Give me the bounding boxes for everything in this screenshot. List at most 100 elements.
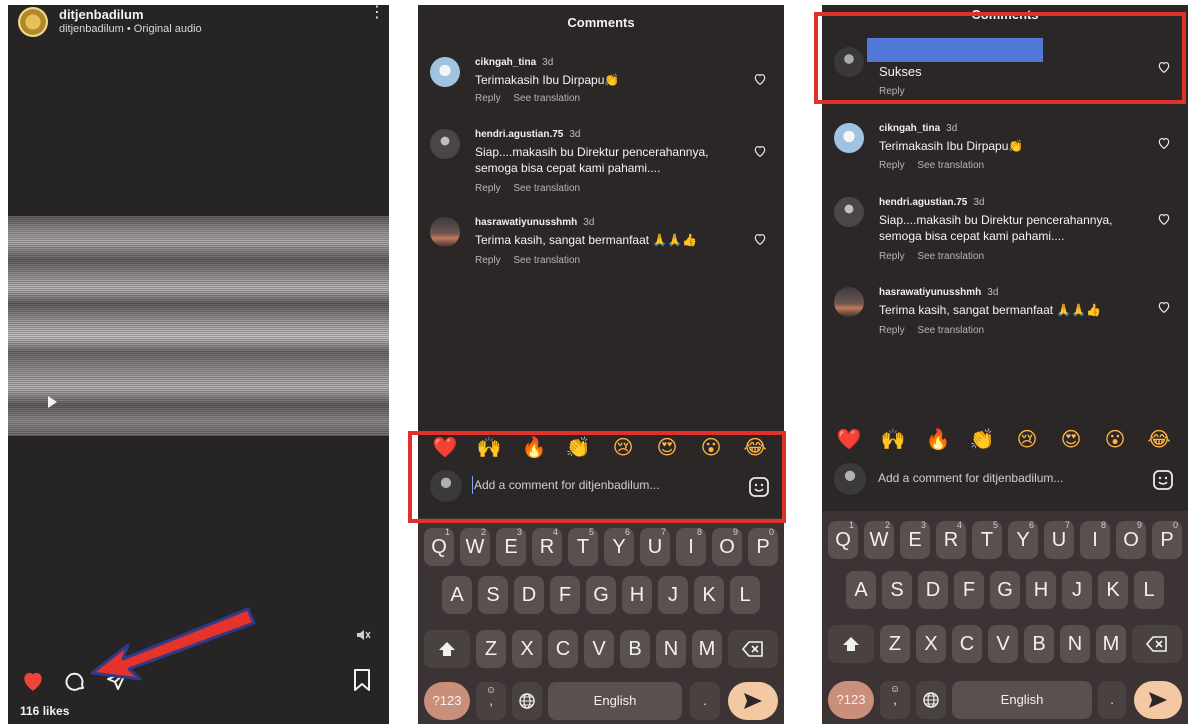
emoji-heart[interactable]: ❤️ — [836, 427, 862, 453]
symbols-key[interactable]: ?123 — [828, 681, 874, 719]
key-i[interactable]: I8 — [1080, 520, 1110, 559]
avatar[interactable] — [834, 287, 864, 317]
see-translation-link[interactable]: See translation — [513, 255, 580, 266]
key-t[interactable]: T5 — [972, 520, 1002, 559]
likes-count[interactable]: 116 likes — [20, 704, 69, 718]
key-d[interactable]: D — [514, 576, 544, 614]
key-e[interactable]: E3 — [496, 527, 526, 566]
key-v[interactable]: V — [584, 630, 614, 668]
volume-off-icon[interactable] — [357, 629, 371, 644]
key-b[interactable]: B — [620, 630, 650, 668]
see-translation-link[interactable]: See translation — [513, 183, 580, 194]
reply-link[interactable]: Reply — [879, 325, 905, 336]
comma-key[interactable]: ☺ , — [476, 682, 506, 720]
key-s[interactable]: S — [882, 571, 912, 609]
reply-link[interactable]: Reply — [475, 255, 501, 266]
globe-icon[interactable] — [512, 682, 542, 720]
period-key[interactable]: . — [1098, 681, 1126, 719]
period-key[interactable]: . — [690, 682, 720, 720]
globe-icon[interactable] — [916, 681, 946, 719]
backspace-icon[interactable] — [728, 630, 778, 668]
key-p[interactable]: P0 — [748, 527, 778, 566]
key-g[interactable]: G — [586, 576, 616, 614]
key-t[interactable]: T5 — [568, 527, 598, 566]
see-translation-link[interactable]: See translation — [917, 325, 984, 336]
heart-outline-icon[interactable] — [752, 143, 768, 159]
emoji-fire[interactable]: 🔥 — [925, 427, 951, 453]
heart-outline-icon[interactable] — [1156, 135, 1172, 151]
comment-user[interactable]: cikngah_tina 3d — [879, 123, 957, 134]
avatar[interactable] — [430, 57, 460, 87]
comment-user[interactable]: hendri.agustian.75 3d — [879, 197, 984, 208]
key-j[interactable]: J — [1062, 571, 1092, 609]
emoji-cry[interactable]: 😢 — [1014, 427, 1040, 453]
key-m[interactable]: M — [1096, 625, 1126, 663]
key-x[interactable]: X — [916, 625, 946, 663]
key-q[interactable]: Q1 — [828, 520, 858, 559]
key-n[interactable]: N — [656, 630, 686, 668]
key-q[interactable]: Q1 — [424, 527, 454, 566]
see-translation-link[interactable]: See translation — [513, 93, 580, 104]
key-h[interactable]: H — [622, 576, 652, 614]
key-y[interactable]: Y6 — [1008, 520, 1038, 559]
reply-link[interactable]: Reply — [879, 160, 905, 171]
key-w[interactable]: W2 — [864, 520, 894, 559]
heart-outline-icon[interactable] — [1156, 211, 1172, 227]
key-k[interactable]: K — [1098, 571, 1128, 609]
key-r[interactable]: R4 — [532, 527, 562, 566]
heart-outline-icon[interactable] — [1156, 299, 1172, 315]
key-a[interactable]: A — [442, 576, 472, 614]
avatar[interactable] — [834, 123, 864, 153]
key-a[interactable]: A — [846, 571, 876, 609]
play-icon[interactable] — [48, 396, 57, 408]
reply-link[interactable]: Reply — [475, 183, 501, 194]
key-e[interactable]: E3 — [900, 520, 930, 559]
shift-icon[interactable] — [828, 625, 874, 663]
see-translation-link[interactable]: See translation — [917, 251, 984, 262]
key-o[interactable]: O9 — [712, 527, 742, 566]
reply-link[interactable]: Reply — [475, 93, 501, 104]
key-x[interactable]: X — [512, 630, 542, 668]
space-key[interactable]: English — [548, 682, 682, 720]
key-d[interactable]: D — [918, 571, 948, 609]
key-y[interactable]: Y6 — [604, 527, 634, 566]
emoji-wow[interactable]: 😮 — [1102, 427, 1128, 453]
emoji-laugh[interactable]: 😂 — [1146, 427, 1172, 453]
key-k[interactable]: K — [694, 576, 724, 614]
key-i[interactable]: I8 — [676, 527, 706, 566]
avatar[interactable] — [430, 217, 460, 247]
comma-key[interactable]: ☺ , — [880, 681, 910, 719]
key-j[interactable]: J — [658, 576, 688, 614]
key-f[interactable]: F — [954, 571, 984, 609]
key-c[interactable]: C — [548, 630, 578, 668]
symbols-key[interactable]: ?123 — [424, 682, 470, 720]
shift-icon[interactable] — [424, 630, 470, 668]
avatar[interactable] — [18, 7, 48, 37]
key-f[interactable]: F — [550, 576, 580, 614]
key-b[interactable]: B — [1024, 625, 1054, 663]
avatar[interactable] — [834, 197, 864, 227]
key-m[interactable]: M — [692, 630, 722, 668]
key-l[interactable]: L — [1134, 571, 1164, 609]
reply-link[interactable]: Reply — [879, 251, 905, 262]
emoji-heart-eyes[interactable]: 😍 — [1058, 427, 1084, 453]
key-z[interactable]: Z — [880, 625, 910, 663]
key-n[interactable]: N — [1060, 625, 1090, 663]
heart-outline-icon[interactable] — [752, 231, 768, 247]
avatar[interactable] — [430, 129, 460, 159]
key-l[interactable]: L — [730, 576, 760, 614]
heart-icon[interactable] — [20, 668, 46, 694]
key-p[interactable]: P0 — [1152, 520, 1182, 559]
reel-username[interactable]: ditjenbadilum — [59, 7, 144, 22]
emoji-raised-hands[interactable]: 🙌 — [880, 427, 906, 453]
reel-audio[interactable]: ditjenbadilum • Original audio — [59, 23, 202, 35]
emoji-clap[interactable]: 👏 — [969, 427, 995, 453]
send-icon[interactable] — [1134, 681, 1182, 719]
send-icon[interactable] — [728, 682, 778, 720]
key-u[interactable]: U7 — [1044, 520, 1074, 559]
comment-user[interactable]: cikngah_tina 3d — [475, 57, 553, 68]
comment-user[interactable]: hasrawatiyunusshmh 3d — [879, 287, 998, 298]
reel-video[interactable] — [8, 216, 389, 436]
key-h[interactable]: H — [1026, 571, 1056, 609]
key-o[interactable]: O9 — [1116, 520, 1146, 559]
